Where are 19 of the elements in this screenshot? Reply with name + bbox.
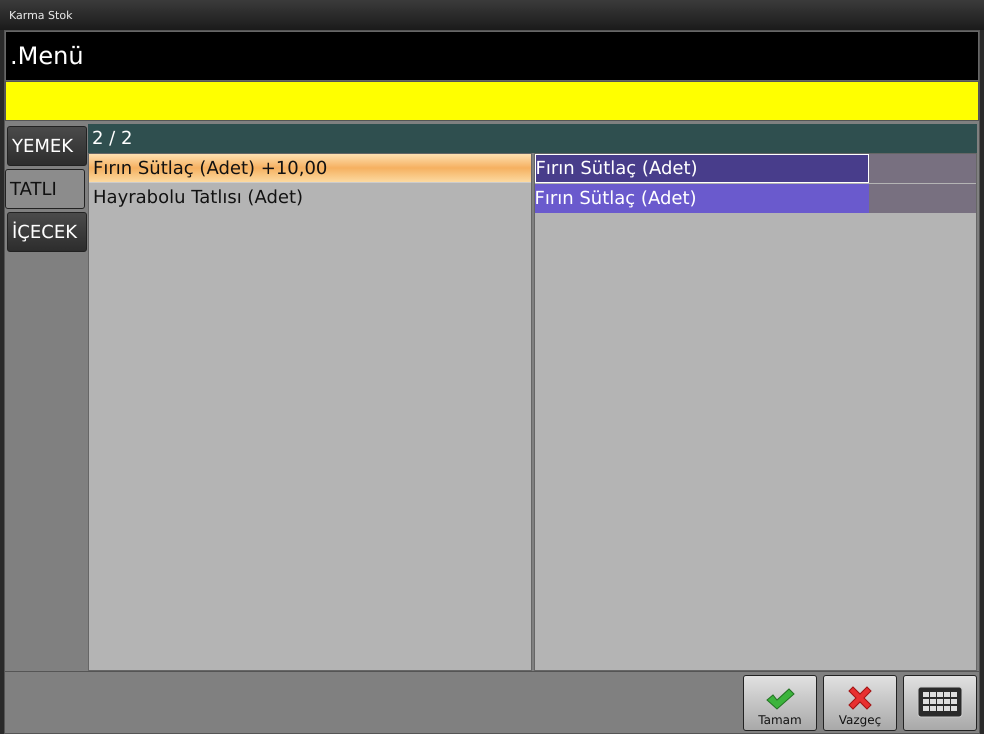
keyboard-button[interactable] [903,674,977,730]
category-tab[interactable]: TATLI [5,169,85,209]
chosen-item[interactable]: Fırın Sütlaç (Adet) [534,184,868,213]
cancel-button[interactable]: Vazgeç [823,674,897,730]
ok-button[interactable]: Tamam [743,674,817,730]
keyboard-icon [917,686,963,718]
category-tab[interactable]: İÇECEK [7,212,87,252]
product-item[interactable]: Fırın Sütlaç (Adet) +10,00 [89,154,530,183]
check-icon [765,686,795,710]
page-counter: 2 / 2 [92,128,132,149]
close-icon [847,684,873,710]
chosen-row[interactable]: Fırın Sütlaç (Adet) [534,184,976,213]
window-title: Karma Stok [9,8,72,22]
category-tab[interactable]: YEMEK [7,126,87,166]
header-title: .Menü [10,42,84,70]
product-item[interactable]: Hayrabolu Tatlısı (Adet) [89,183,530,212]
search-field[interactable] [5,81,979,121]
chosen-item[interactable]: Fırın Sütlaç (Adet) [534,154,868,183]
chosen-row[interactable]: Fırın Sütlaç (Adet) [534,154,976,183]
